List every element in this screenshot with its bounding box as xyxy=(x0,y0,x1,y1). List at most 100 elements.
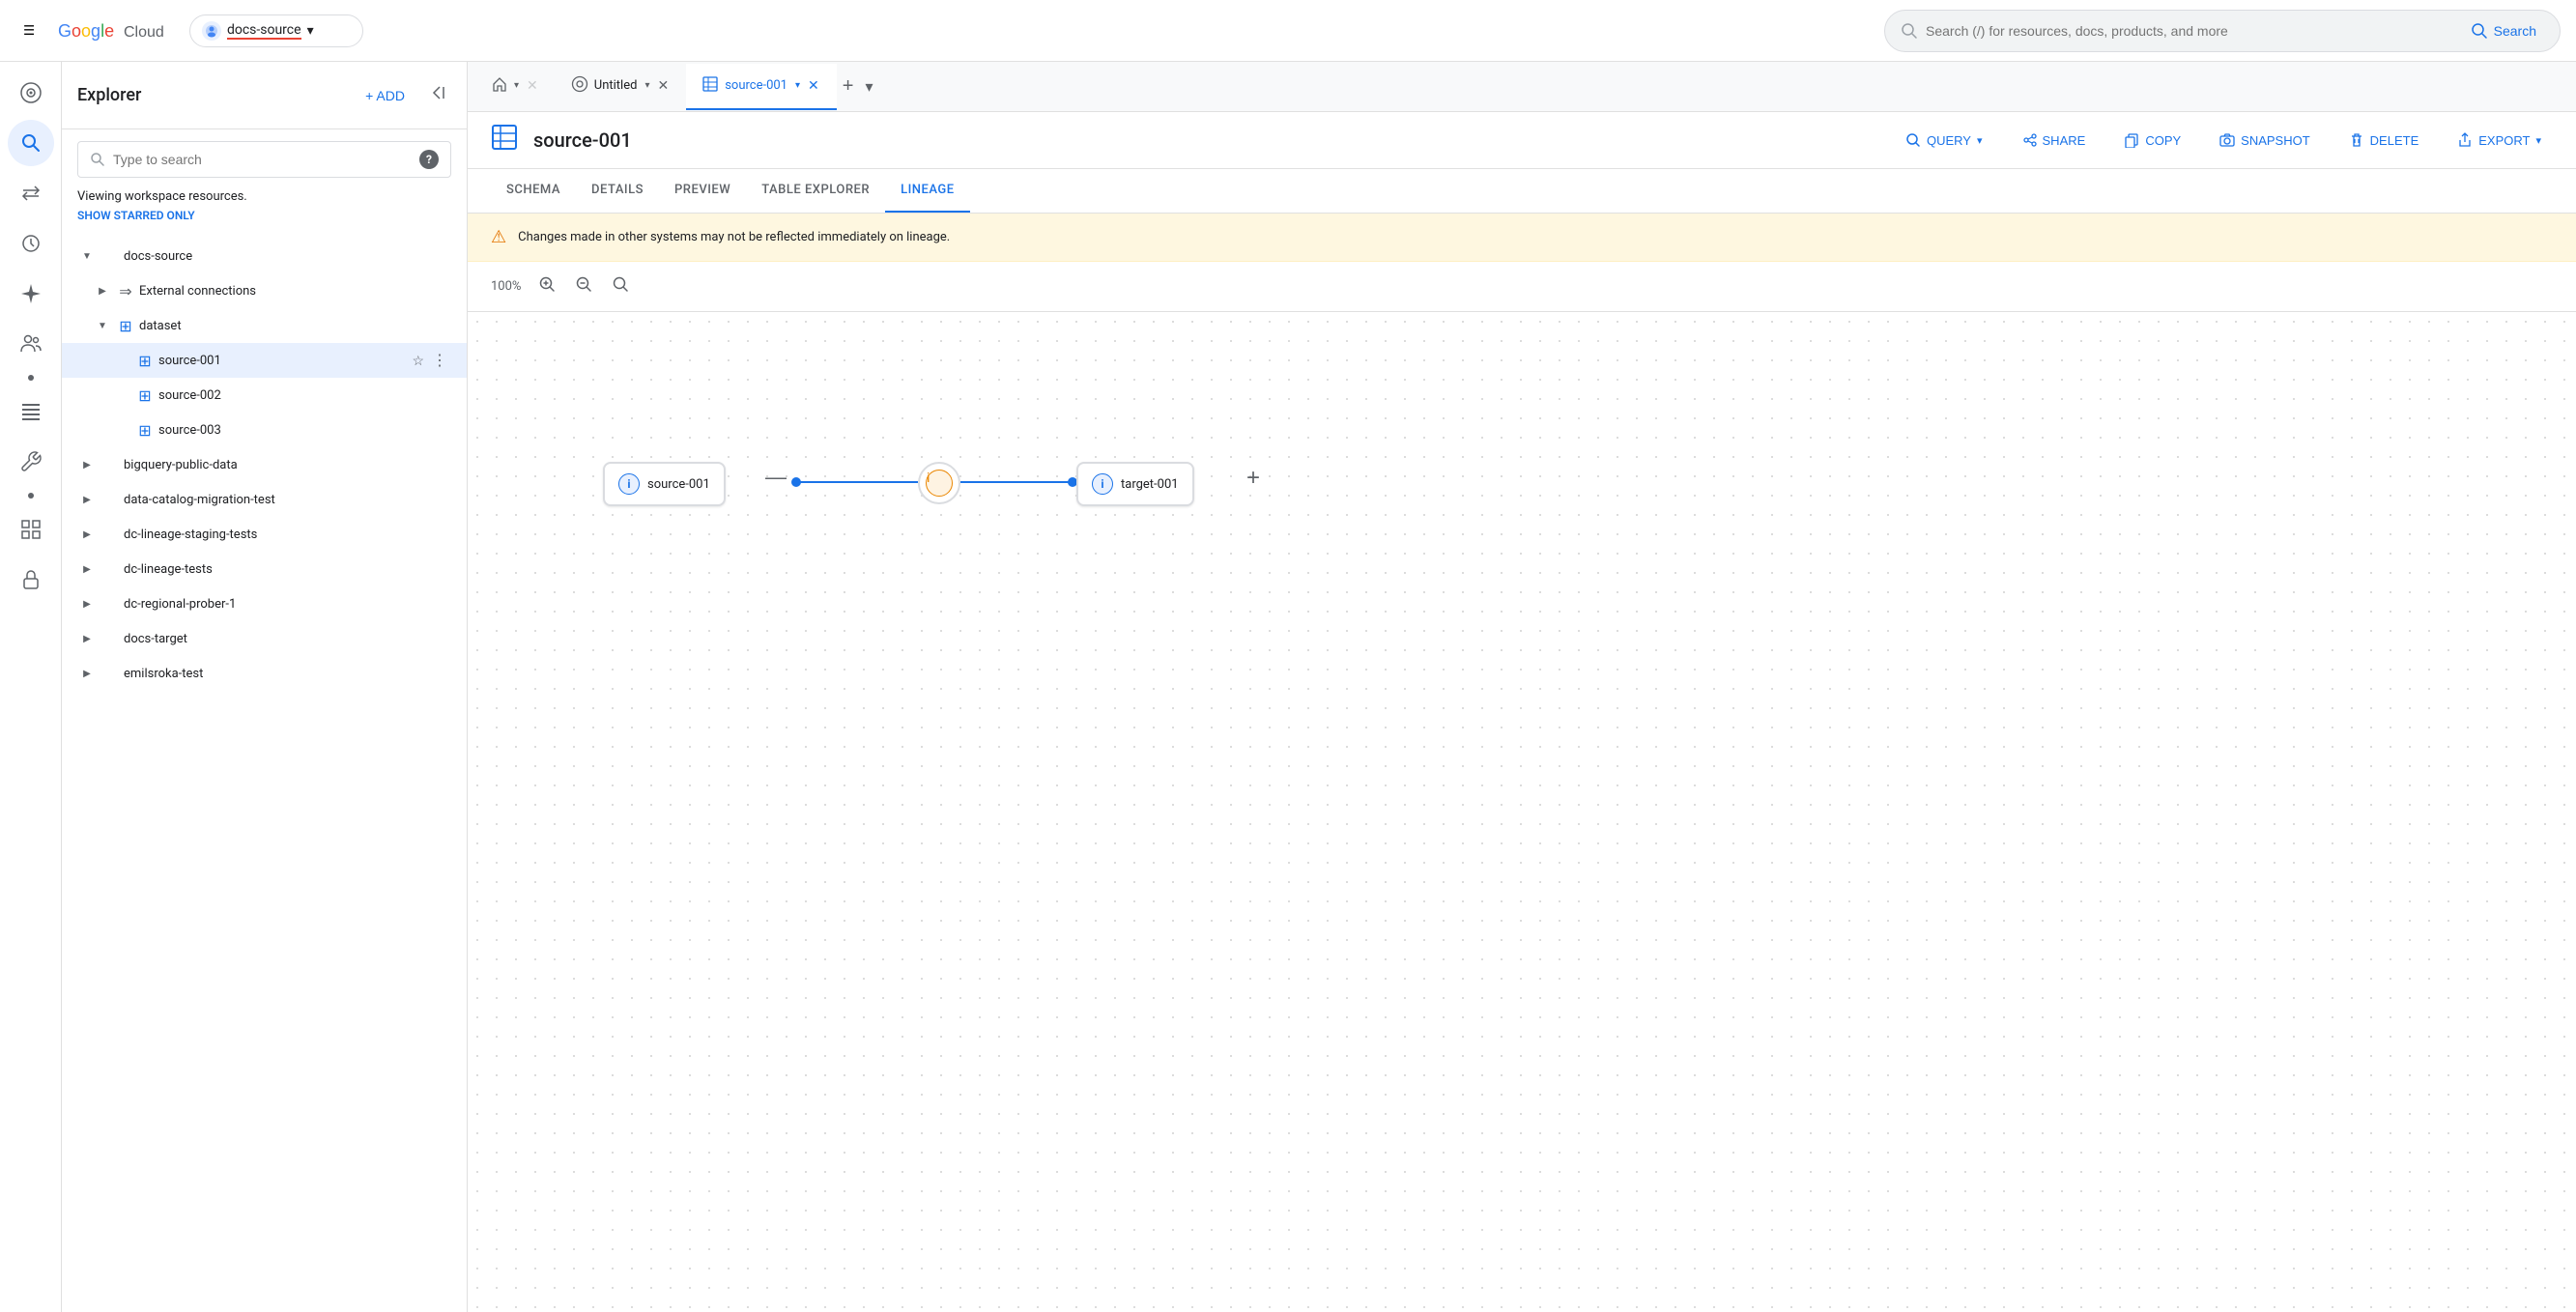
history-rail-button[interactable] xyxy=(8,220,54,267)
tree-item-data-catalog[interactable]: ▶ data-catalog-migration-test ★ ⋮ xyxy=(62,482,467,517)
lock-rail-button[interactable] xyxy=(8,556,54,603)
tree-item-dc-lineage-staging[interactable]: ▶ dc-lineage-staging-tests ★ ⋮ xyxy=(62,517,467,552)
list-rail-button[interactable] xyxy=(8,388,54,435)
tree-item-external-connections[interactable]: ▶ ⇒ External connections ⋮ xyxy=(62,273,467,308)
tree-item-docs-source[interactable]: ▼ docs-source ☆ ⋮ xyxy=(62,239,467,273)
query-icon xyxy=(571,75,588,93)
delete-btn-icon xyxy=(2349,132,2364,148)
source-001-info-icon: i xyxy=(618,473,640,495)
sparkle-rail-button[interactable] xyxy=(8,271,54,317)
lineage-canvas[interactable]: i source-001 — i xyxy=(468,312,2576,1312)
query-button[interactable]: QUERY ▾ xyxy=(1894,125,1994,156)
expand-left-button[interactable]: — xyxy=(765,465,787,490)
external-connections-label: External connections xyxy=(139,284,424,299)
query-dropdown-icon: ▾ xyxy=(1977,134,1983,147)
dataset-more[interactable]: ⋮ xyxy=(428,314,451,337)
tab-schema[interactable]: SCHEMA xyxy=(491,169,576,213)
docs-target-icon xyxy=(100,629,120,648)
tab-details[interactable]: DETAILS xyxy=(576,169,659,213)
help-icon[interactable]: ? xyxy=(419,150,439,169)
people-rail-button[interactable] xyxy=(8,321,54,367)
zoom-level: 100% xyxy=(491,279,521,294)
tree-item-source-002[interactable]: ⊞ source-002 ☆ ⋮ xyxy=(62,378,467,413)
tab-table-explorer[interactable]: TABLE EXPLORER xyxy=(746,169,885,213)
dc-regional-star[interactable]: ★ xyxy=(410,594,426,614)
tree-item-source-003[interactable]: ⊞ source-003 ☆ ⋮ xyxy=(62,413,467,447)
lineage-node-source-001[interactable]: i source-001 xyxy=(603,462,726,506)
search-rail-button[interactable] xyxy=(8,120,54,166)
toggle-source-003 xyxy=(112,420,131,440)
tree-item-docs-target[interactable]: ▶ docs-target ★ ⋮ xyxy=(62,621,467,656)
tree-item-bigquery-public-data[interactable]: ▶ bigquery-public-data ★ ⋮ xyxy=(62,447,467,482)
tree-item-source-001[interactable]: ⊞ source-001 ☆ ⋮ xyxy=(62,343,467,378)
untitled-tab-dropdown[interactable]: ▾ xyxy=(644,80,649,91)
bigquery-more[interactable]: ⋮ xyxy=(428,453,451,476)
grid-rail-button[interactable] xyxy=(8,506,54,553)
expand-right-button[interactable]: + xyxy=(1246,465,1260,492)
project-selector[interactable]: docs-source ▾ xyxy=(189,14,363,47)
snapshot-button[interactable]: SNAPSHOT xyxy=(2208,125,2322,156)
external-connections-more[interactable]: ⋮ xyxy=(428,279,451,302)
menu-button[interactable]: ☰ xyxy=(15,15,43,46)
source-001-more[interactable]: ⋮ xyxy=(428,349,451,372)
tab-lineage[interactable]: LINEAGE xyxy=(885,169,970,213)
export-button[interactable]: EXPORT ▾ xyxy=(2446,125,2553,156)
analytics-rail-button[interactable] xyxy=(8,70,54,116)
content-area: ▾ ✕ Untitled ▾ ✕ xyxy=(468,62,2576,1312)
source-002-more[interactable]: ⋮ xyxy=(428,384,451,407)
source-002-icon: ⊞ xyxy=(135,385,155,405)
export-btn-icon xyxy=(2457,132,2473,148)
dc-lineage-staging-star[interactable]: ★ xyxy=(410,525,426,545)
emilsroka-star[interactable]: ★ xyxy=(410,664,426,684)
collapse-button[interactable] xyxy=(420,77,451,113)
emilsroka-more[interactable]: ⋮ xyxy=(428,662,451,685)
add-button[interactable]: + ADD xyxy=(358,82,413,109)
docs-target-star[interactable]: ★ xyxy=(410,629,426,649)
data-catalog-more[interactable]: ⋮ xyxy=(428,488,451,511)
home-tab-dropdown[interactable]: ▾ xyxy=(514,80,519,91)
untitled-tab-close[interactable]: ✕ xyxy=(655,75,671,96)
dataset-star[interactable]: ☆ xyxy=(410,316,426,336)
source-002-star[interactable]: ☆ xyxy=(410,385,426,406)
tree-item-dc-regional[interactable]: ▶ dc-regional-prober-1 ★ ⋮ xyxy=(62,586,467,621)
wrench-rail-button[interactable] xyxy=(8,439,54,485)
share-button[interactable]: SHARE xyxy=(2010,125,2098,156)
dc-regional-more[interactable]: ⋮ xyxy=(428,592,451,615)
source-003-star[interactable]: ☆ xyxy=(410,420,426,441)
tab-home[interactable]: ▾ ✕ xyxy=(475,64,556,110)
dc-lineage-tests-more[interactable]: ⋮ xyxy=(428,557,451,581)
bigquery-star[interactable]: ★ xyxy=(410,455,426,475)
tab-more-button[interactable]: ▾ xyxy=(859,71,878,102)
tab-source-001[interactable]: source-001 ▾ ✕ xyxy=(686,64,837,110)
zoom-out-button[interactable] xyxy=(569,270,598,303)
dc-lineage-staging-more[interactable]: ⋮ xyxy=(428,523,451,546)
source-001-tab-close[interactable]: ✕ xyxy=(806,75,821,96)
tree-item-emilsroka[interactable]: ▶ emilsroka-test ★ ⋮ xyxy=(62,656,467,691)
search-input[interactable] xyxy=(1926,23,2455,39)
show-starred-link[interactable]: SHOW STARRED ONLY xyxy=(77,209,195,222)
docs-source-more[interactable]: ⋮ xyxy=(428,244,451,268)
source-001-star[interactable]: ☆ xyxy=(410,351,426,371)
explorer-search-input[interactable] xyxy=(113,152,412,167)
tab-preview[interactable]: PREVIEW xyxy=(659,169,746,213)
tree-item-dataset[interactable]: ▼ ⊞ dataset ☆ ⋮ xyxy=(62,308,467,343)
google-cloud-logo[interactable]: Google Cloud xyxy=(58,12,174,50)
lineage-process-node[interactable]: i xyxy=(918,462,960,504)
docs-target-more[interactable]: ⋮ xyxy=(428,627,451,650)
copy-button[interactable]: COPY xyxy=(2112,125,2192,156)
source-001-tab-dropdown[interactable]: ▾ xyxy=(795,80,800,91)
source-003-more[interactable]: ⋮ xyxy=(428,418,451,442)
lineage-node-target-001[interactable]: i target-001 xyxy=(1076,462,1194,506)
delete-button[interactable]: DELETE xyxy=(2337,125,2431,156)
tab-untitled[interactable]: Untitled ▾ ✕ xyxy=(556,64,686,110)
new-tab-button[interactable]: + xyxy=(837,70,860,103)
transfer-rail-button[interactable] xyxy=(8,170,54,216)
dc-lineage-tests-star[interactable]: ★ xyxy=(410,559,426,580)
zoom-reset-button[interactable] xyxy=(606,270,635,303)
search-bar-container: Search xyxy=(1884,10,2561,52)
zoom-in-button[interactable] xyxy=(532,270,561,303)
docs-source-star[interactable]: ☆ xyxy=(410,246,426,267)
data-catalog-star[interactable]: ★ xyxy=(410,490,426,510)
search-button[interactable]: Search xyxy=(2463,18,2544,43)
tree-item-dc-lineage-tests[interactable]: ▶ dc-lineage-tests ★ ⋮ xyxy=(62,552,467,586)
